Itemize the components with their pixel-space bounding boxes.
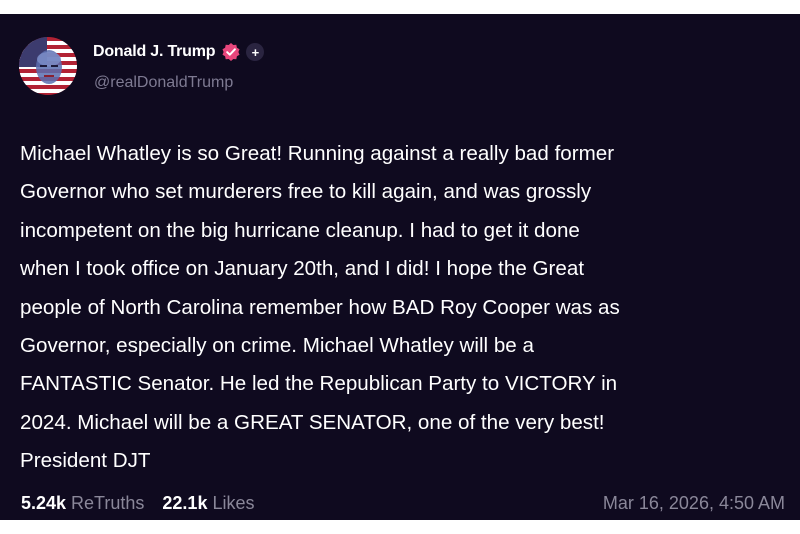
verified-badge-icon [221, 42, 241, 62]
post-body-text: Michael Whatley is so Great! Running aga… [20, 142, 620, 473]
post-card: Donald J. Trump + @realDonaldTrump Micha… [0, 14, 800, 520]
post-timestamp[interactable]: Mar 16, 2026, 4:50 AM [603, 493, 785, 514]
retruths-count[interactable]: 5.24k [21, 493, 66, 514]
avatar[interactable] [19, 37, 77, 95]
post-footer: 5.24k ReTruths 22.1k Likes Mar 16, 2026,… [21, 490, 785, 516]
author-display-name[interactable]: Donald J. Trump [93, 43, 216, 61]
plus-badge-icon: + [246, 43, 265, 61]
flag-portrait-avatar-icon [19, 37, 77, 95]
retruths-label[interactable]: ReTruths [71, 493, 144, 514]
likes-count[interactable]: 22.1k [162, 493, 207, 514]
author-name-row: Donald J. Trump + [93, 42, 265, 62]
author-handle[interactable]: @realDonaldTrump [94, 74, 233, 92]
likes-label[interactable]: Likes [212, 493, 254, 514]
